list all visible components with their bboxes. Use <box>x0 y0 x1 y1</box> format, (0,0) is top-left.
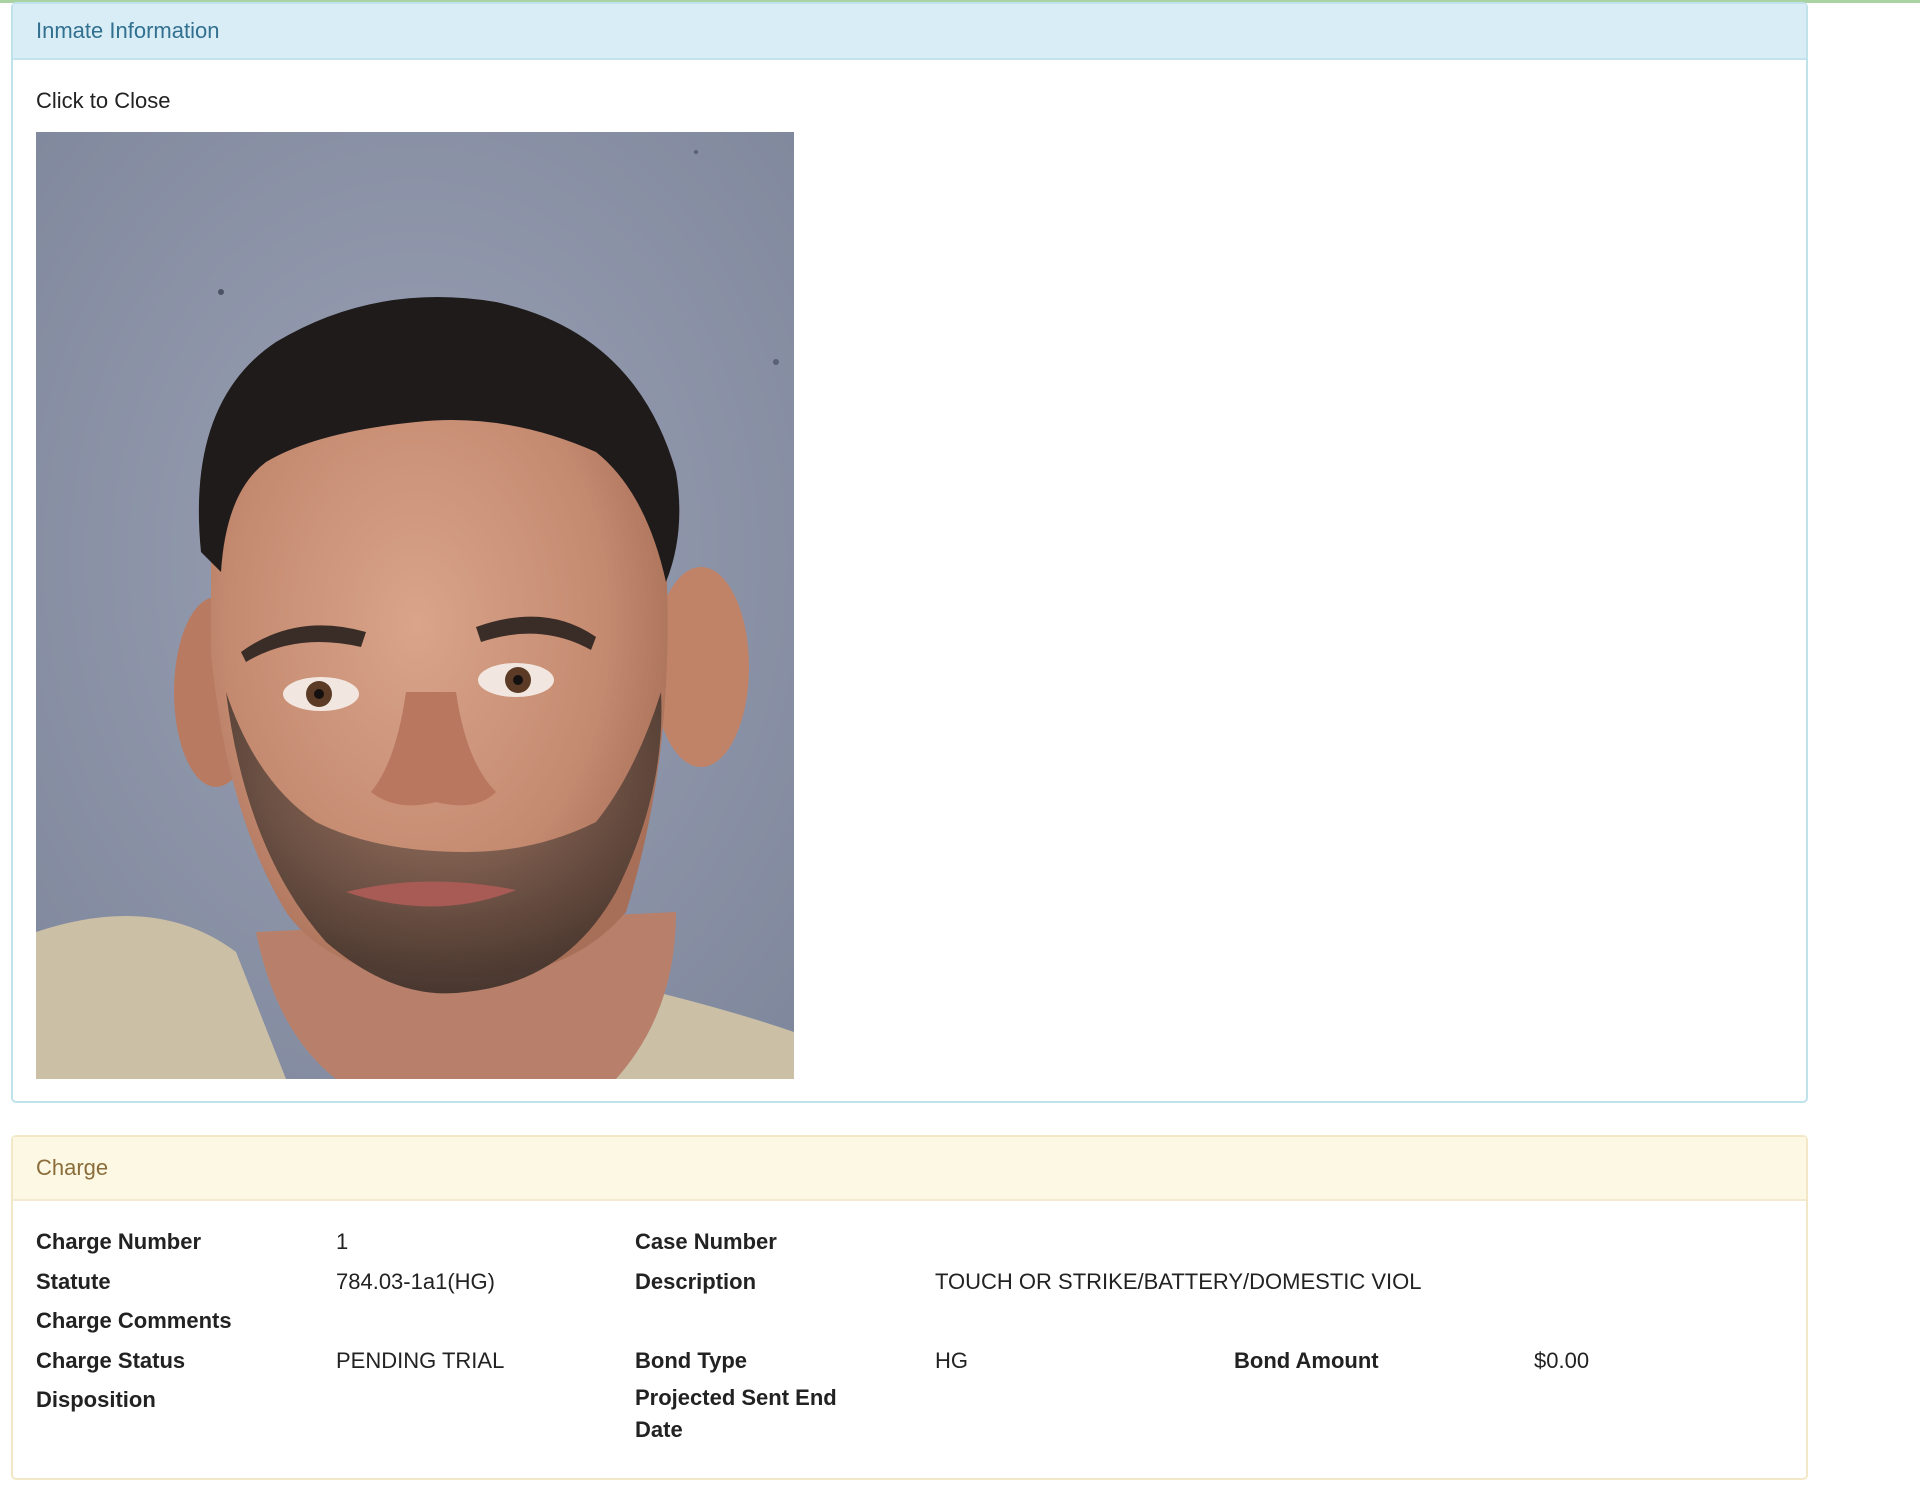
mugshot-image <box>36 132 794 1079</box>
left-pupil <box>314 689 324 699</box>
projected-sent-end-date-label: Projected Sent End Date <box>635 1385 837 1442</box>
charge-comments-label: Charge Comments <box>36 1308 232 1333</box>
wall-speck <box>218 289 224 295</box>
charge-status-label: Charge Status <box>36 1348 186 1373</box>
charge-number-label: Charge Number <box>36 1229 202 1254</box>
charge-heading: Charge <box>13 1137 1806 1201</box>
charge-status-value: PENDING TRIAL <box>336 1348 505 1373</box>
charge-number-value: 1 <box>336 1229 349 1254</box>
click-to-close-link[interactable]: Click to Close <box>36 88 170 114</box>
wall-speck <box>694 150 698 154</box>
inmate-information-panel: Inmate Information Click to Close <box>11 2 1808 1103</box>
description-value: TOUCH OR STRIKE/BATTERY/DOMESTIC VIOL <box>935 1269 1422 1294</box>
right-ear <box>653 567 749 767</box>
bond-type-value: HG <box>935 1348 968 1373</box>
charge-panel: Charge Charge Number 1 Case Number Statu… <box>11 1135 1808 1480</box>
wall-speck <box>773 359 779 365</box>
description-label: Description <box>635 1269 757 1294</box>
case-number-label: Case Number <box>635 1229 777 1254</box>
bond-type-label: Bond Type <box>635 1348 748 1373</box>
statute-value: 784.03-1a1(HG) <box>336 1269 495 1294</box>
mugshot-photo[interactable] <box>36 132 794 1079</box>
bond-amount-label: Bond Amount <box>1234 1348 1379 1373</box>
right-pupil <box>513 675 523 685</box>
bond-amount-value: $0.00 <box>1534 1348 1590 1373</box>
inmate-information-heading: Inmate Information <box>13 4 1806 60</box>
statute-label: Statute <box>36 1269 111 1294</box>
disposition-label: Disposition <box>36 1387 156 1412</box>
